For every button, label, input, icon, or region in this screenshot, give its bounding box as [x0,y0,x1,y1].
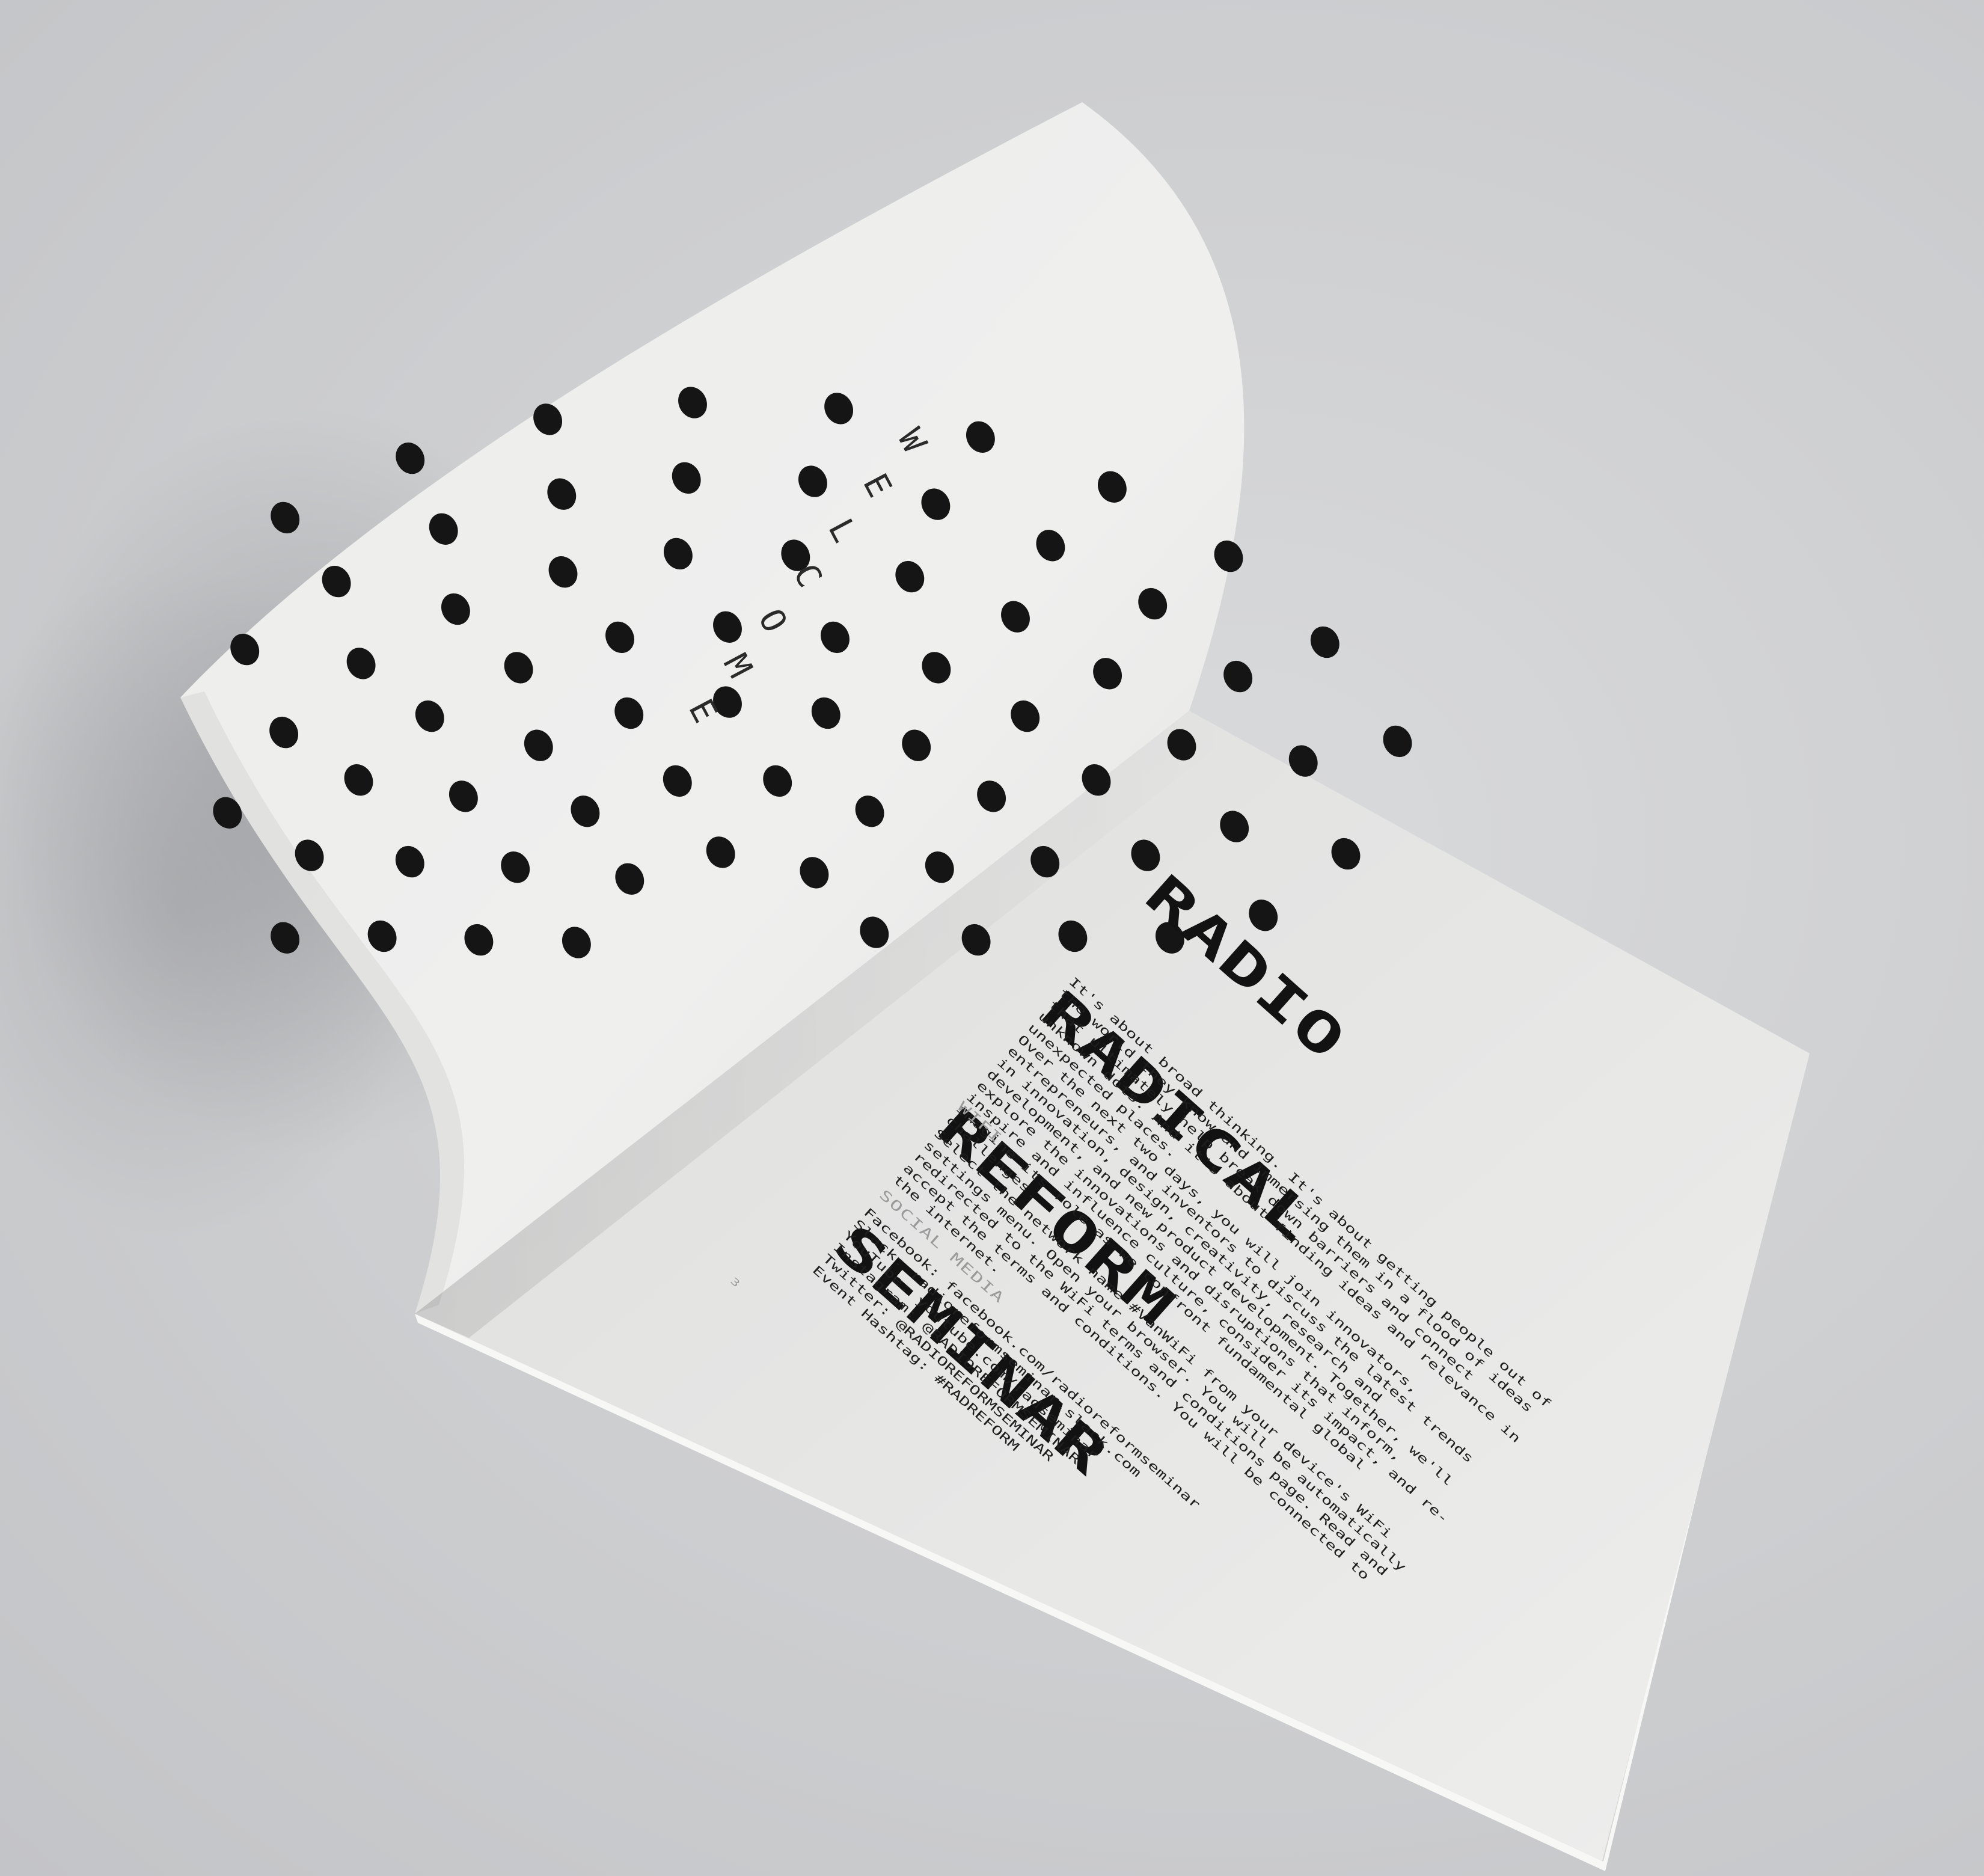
pattern-dot [1383,725,1412,758]
pattern-dot [1310,626,1340,658]
pattern-dot [1223,660,1253,693]
page-number: 3 [728,1275,742,1290]
brochure-mockup: WELCOME RADIO RADICAL REFORM SEMINAR It'… [0,0,1984,1876]
